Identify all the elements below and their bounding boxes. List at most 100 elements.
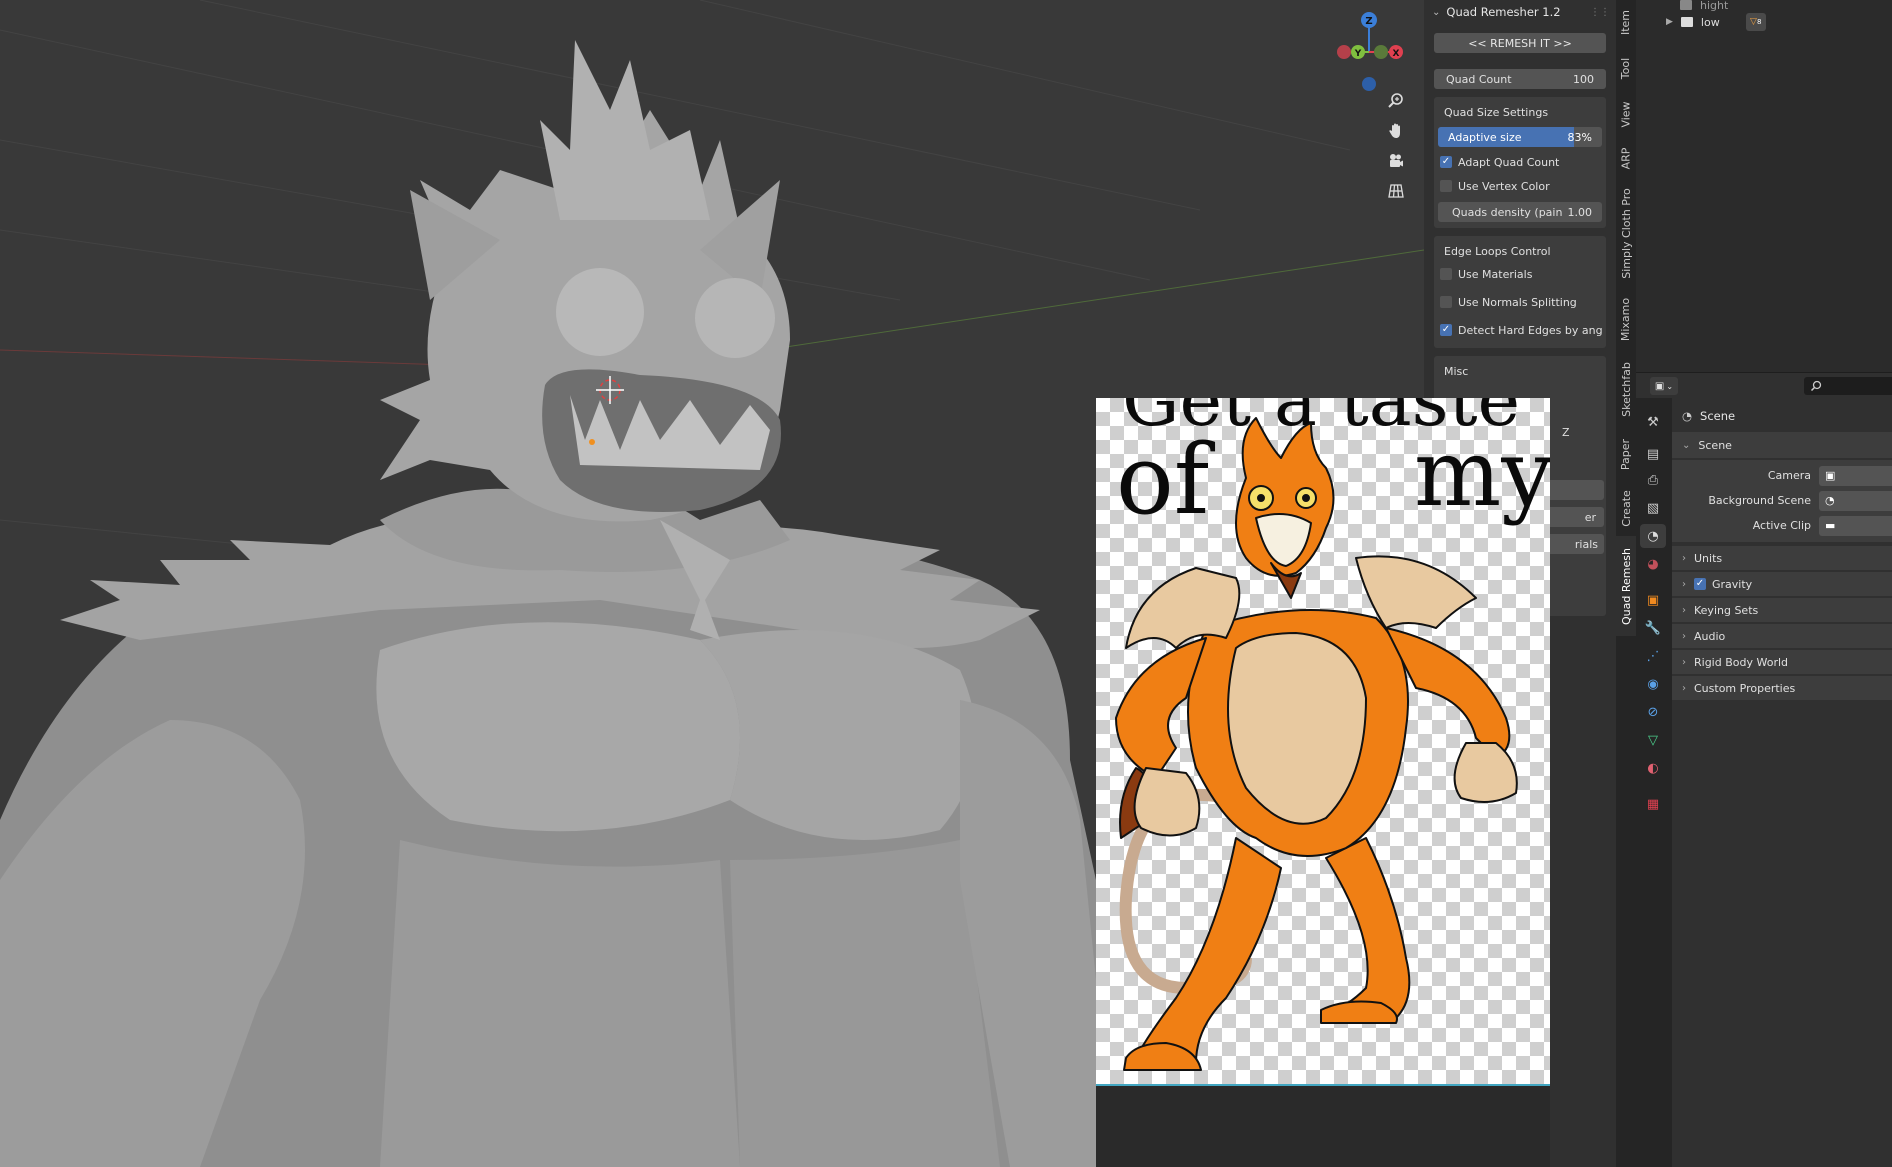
search-icon — [1810, 380, 1822, 392]
panel-audio[interactable]: › Audio — [1672, 624, 1892, 648]
active-clip-property[interactable]: Active Clip ▬ — [1672, 513, 1892, 538]
meme-reference-image: Get a taste of my — [1096, 398, 1550, 1084]
world-icon[interactable]: ◕ — [1640, 552, 1666, 576]
texture-icon[interactable]: ▦ — [1640, 792, 1666, 816]
image-viewer-footer — [1096, 1084, 1550, 1167]
adaptive-size-value: 83% — [1567, 130, 1592, 144]
camera-view-icon[interactable] — [1383, 148, 1409, 174]
quad-count-field[interactable]: Quad Count 100 — [1434, 69, 1606, 89]
cartoon-cat-character — [1115, 417, 1518, 1071]
chevron-right-icon: › — [1682, 656, 1686, 668]
panel-units[interactable]: › Units — [1672, 546, 1892, 570]
render-icon[interactable]: ▤ — [1640, 442, 1666, 466]
context-breadcrumb: ◔ Scene — [1682, 409, 1736, 423]
gizmo-z-label: Z — [1365, 16, 1372, 27]
mesh-data-icon[interactable]: ▽ 8 — [1745, 13, 1766, 31]
tab-item[interactable]: Item — [1616, 0, 1636, 44]
scene-icon: ◔ — [1825, 494, 1835, 507]
tab-tool[interactable]: Tool — [1616, 46, 1636, 90]
gizmo-neg-z-axis — [1362, 77, 1376, 91]
adapt-quad-count-checkbox[interactable]: ✓ Adapt Quad Count — [1438, 150, 1602, 174]
grid-perspective-icon[interactable] — [1383, 178, 1409, 204]
tab-simply-cloth-pro[interactable]: Simply Cloth Pro — [1616, 180, 1636, 286]
outliner: hight ▶ low ▽ 8 — [1636, 0, 1892, 372]
hidden-button[interactable]: rials — [1544, 534, 1604, 554]
panel-custom-properties[interactable]: › Custom Properties — [1672, 676, 1892, 700]
detect-hard-edges-checkbox[interactable]: ✓ Detect Hard Edges by ang... — [1438, 318, 1602, 342]
output-icon[interactable]: ⎙ — [1640, 468, 1666, 492]
pan-hand-icon[interactable] — [1383, 118, 1409, 144]
object-data-icon[interactable]: ▽ — [1640, 728, 1666, 752]
expand-arrow-icon[interactable]: ▶ — [1666, 17, 1673, 27]
particles-icon[interactable]: ⋰ — [1640, 644, 1666, 668]
hidden-button[interactable]: er — [1544, 507, 1604, 527]
chevron-right-icon: › — [1682, 604, 1686, 616]
tab-view[interactable]: View — [1616, 92, 1636, 136]
tool-icon[interactable]: ⚒ — [1640, 410, 1666, 434]
scene-icon[interactable]: ◔ — [1640, 524, 1666, 548]
scene-panel-header[interactable]: ⌄ Scene — [1672, 432, 1892, 458]
hidden-button[interactable] — [1544, 480, 1604, 500]
panel-gravity[interactable]: › ✓ Gravity — [1672, 572, 1892, 596]
zoom-icon[interactable] — [1383, 88, 1409, 114]
gravity-checkbox[interactable]: ✓ — [1694, 578, 1706, 590]
active-clip-field[interactable]: ▬ — [1819, 515, 1892, 536]
checkbox-empty-icon — [1440, 296, 1452, 308]
adaptive-size-label: Adaptive size — [1448, 130, 1522, 144]
quad-size-settings-box: Quad Size Settings Adaptive size 83% ✓ A… — [1434, 97, 1606, 228]
remesh-button[interactable]: << REMESH IT >> — [1434, 33, 1606, 53]
gizmo-neg-x-axis — [1337, 45, 1351, 59]
search-input[interactable] — [1804, 377, 1892, 395]
svg-text:Y: Y — [1354, 49, 1362, 59]
properties-header: ▣ ⌄ — [1636, 372, 1892, 398]
object-icon[interactable]: ▣ — [1640, 588, 1666, 612]
quads-density-field[interactable]: Quads density (pain 1.00 — [1438, 202, 1602, 222]
edge-loops-control-box: Edge Loops Control Use Materials Use Nor… — [1434, 236, 1606, 348]
use-normals-splitting-checkbox[interactable]: Use Normals Splitting — [1438, 290, 1602, 314]
panel-keying-sets[interactable]: › Keying Sets — [1672, 598, 1892, 622]
tab-sketchfab[interactable]: Sketchfab — [1616, 352, 1636, 426]
constraints-icon[interactable]: ⊘ — [1640, 700, 1666, 724]
tab-paper[interactable]: Paper — [1616, 428, 1636, 480]
use-materials-checkbox[interactable]: Use Materials — [1438, 262, 1602, 286]
physics-icon[interactable]: ◉ — [1640, 672, 1666, 696]
tab-mixamo[interactable]: Mixamo — [1616, 288, 1636, 350]
svg-text:X: X — [1393, 49, 1400, 59]
camera-field[interactable]: ▣ — [1819, 465, 1892, 486]
navigation-gizmo[interactable]: Z Y X — [1326, 6, 1412, 92]
outliner-item[interactable]: ▶ low ▽ 8 — [1666, 12, 1766, 32]
panel-title: Quad Remesher 1.2 — [1446, 5, 1561, 19]
clip-icon: ▬ — [1825, 519, 1836, 532]
checkmark-icon: ✓ — [1440, 324, 1452, 336]
tab-quad-remesh[interactable]: Quad Remesh — [1616, 536, 1636, 636]
modifier-wrench-icon[interactable]: 🔧 — [1640, 616, 1666, 640]
tab-arp[interactable]: ARP — [1616, 138, 1636, 178]
checkbox-empty-icon — [1440, 268, 1452, 280]
checkbox-empty-icon — [1440, 180, 1452, 192]
drag-handle-icon[interactable]: ⋮⋮ — [1590, 7, 1610, 18]
collection-icon — [1680, 0, 1692, 10]
background-scene-property[interactable]: Background Scene ◔ — [1672, 488, 1892, 513]
panel-rigid-body-world[interactable]: › Rigid Body World — [1672, 650, 1892, 674]
editor-type-dropdown[interactable]: ▣ ⌄ — [1650, 377, 1678, 395]
quad-remesher-header[interactable]: ⌄ Quad Remesher 1.2 ⋮⋮ — [1424, 0, 1616, 24]
chevron-down-icon: ⌄ — [1682, 439, 1691, 451]
chevron-right-icon: › — [1682, 630, 1686, 642]
collection-icon — [1680, 17, 1693, 27]
scene-icon: ◔ — [1682, 409, 1693, 423]
tab-create[interactable]: Create — [1616, 482, 1636, 534]
camera-object-icon: ▣ — [1825, 469, 1836, 482]
material-icon[interactable]: ◐ — [1640, 756, 1666, 780]
background-scene-field[interactable]: ◔ — [1819, 490, 1892, 511]
quad-size-settings-title: Quad Size Settings — [1444, 105, 1549, 119]
properties-editor-icon: ▣ — [1654, 380, 1665, 392]
chevron-right-icon: › — [1682, 578, 1686, 590]
chevron-down-icon[interactable]: ⌄ — [1432, 7, 1440, 18]
adaptive-size-slider[interactable]: Adaptive size 83% — [1438, 127, 1602, 147]
edge-loops-control-title: Edge Loops Control — [1444, 244, 1551, 258]
camera-property[interactable]: Camera ▣ — [1672, 463, 1892, 488]
chevron-right-icon: › — [1682, 682, 1686, 694]
misc-title: Misc — [1444, 364, 1469, 378]
view-layer-icon[interactable]: ▧ — [1640, 496, 1666, 520]
use-vertex-color-checkbox[interactable]: Use Vertex Color — [1438, 174, 1602, 198]
